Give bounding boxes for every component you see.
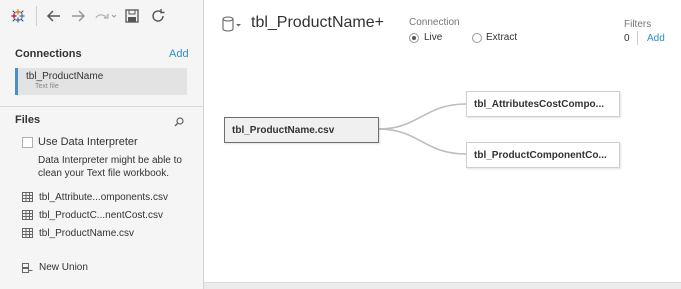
arrow-left-icon[interactable]: [46, 7, 62, 25]
horizontal-scrollbar[interactable]: [204, 282, 681, 289]
datasource-title[interactable]: tbl_ProductName+: [251, 14, 384, 32]
files-heading: Files: [15, 114, 41, 126]
join-canvas[interactable]: tbl_ProductName.csv tbl_AttributesCostCo…: [204, 60, 681, 282]
union-icon: [22, 262, 33, 273]
refresh-icon[interactable]: [150, 7, 166, 25]
live-label[interactable]: Live: [424, 32, 442, 43]
data-interpreter-checkbox[interactable]: [22, 137, 33, 148]
toolbar: [0, 0, 203, 32]
redo-icon[interactable]: [93, 7, 117, 25]
tableau-logo-icon[interactable]: [10, 7, 26, 25]
data-interpreter-description: Data Interpreter might be able to clean …: [38, 155, 182, 179]
save-icon[interactable]: [125, 7, 139, 25]
table-box-primary[interactable]: tbl_ProductName.csv: [224, 117, 379, 143]
table-box-product-component[interactable]: tbl_ProductComponentCo...: [466, 142, 620, 168]
main-area: tbl_ProductName+ Connection Live Extract…: [204, 0, 681, 289]
arrow-right-icon[interactable]: [70, 7, 86, 25]
filters-label: Filters: [624, 19, 652, 30]
connection-type: Text file: [35, 83, 59, 90]
left-sidebar: Connections Add tbl_ProductName Text fil…: [0, 0, 204, 289]
connection-item[interactable]: tbl_ProductName Text file: [15, 68, 187, 95]
table-grid-icon: [22, 228, 33, 238]
file-item-product-component-cost[interactable]: tbl_ProductC...nentCost.csv: [22, 208, 163, 222]
table-box-attributes-cost[interactable]: tbl_AttributesCostCompo...: [466, 91, 620, 117]
database-icon: [222, 16, 241, 32]
file-item-label: tbl_Attribute...omponents.csv: [39, 191, 168, 203]
file-item-label: tbl_ProductName.csv: [39, 227, 135, 239]
add-filter-link[interactable]: Add: [647, 33, 665, 44]
data-interpreter-label[interactable]: Use Data Interpreter: [38, 136, 138, 148]
datasource-menu[interactable]: [222, 16, 242, 32]
connections-heading: Connections: [15, 48, 82, 60]
section-divider: [0, 106, 203, 107]
new-union-button[interactable]: New Union: [22, 262, 88, 273]
extract-radio[interactable]: [472, 33, 482, 43]
filters-divider: [637, 31, 638, 45]
file-item-product-name[interactable]: tbl_ProductName.csv: [22, 226, 134, 240]
connection-name: tbl_ProductName: [26, 71, 104, 82]
search-icon[interactable]: [174, 114, 184, 132]
extract-label[interactable]: Extract: [486, 32, 517, 43]
table-grid-icon: [22, 192, 33, 202]
file-item-label: tbl_ProductC...nentCost.csv: [39, 209, 163, 221]
live-radio[interactable]: [409, 33, 419, 43]
new-union-label: New Union: [39, 262, 88, 273]
filters-count: 0: [624, 33, 630, 44]
file-item-attributes[interactable]: tbl_Attribute...omponents.csv: [22, 190, 168, 204]
table-grid-icon: [22, 210, 33, 220]
connection-label: Connection: [409, 17, 460, 28]
toolbar-divider: [36, 6, 37, 26]
add-connection-link[interactable]: Add: [169, 48, 189, 60]
